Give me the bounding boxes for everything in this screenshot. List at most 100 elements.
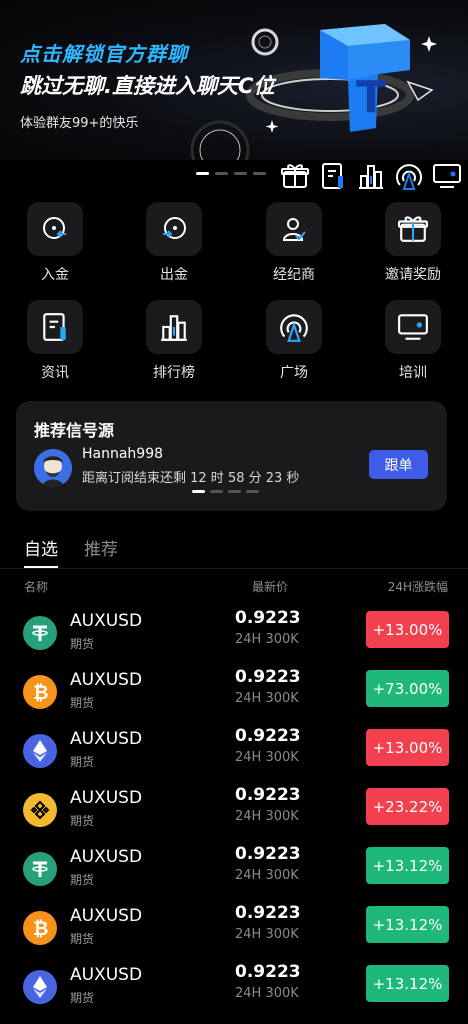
binance-icon [23,793,57,827]
row-symbol: AUXUSD [70,906,143,926]
menu-item-label: 资讯 [41,365,69,381]
table-row[interactable]: ₿ AUXUSD 期货 0.9223 24H 300K +73.00% [0,664,468,723]
row-symbol: AUXUSD [70,847,143,867]
withdraw-icon [146,202,202,256]
svg-text:₿: ₿ [33,682,48,703]
row-change-badge[interactable]: +23.22% [366,788,449,825]
row-symbol: AUXUSD [70,729,143,749]
menu-item-label: 广场 [280,365,308,381]
gift-icon [385,202,441,256]
row-type: 期货 [70,755,95,769]
tab-recommended[interactable]: 推荐 [84,535,118,568]
table-row[interactable]: AUXUSD 期货 0.9223 24H 300K +13.12% [0,841,468,900]
menu-item-withdraw[interactable]: 出金 [119,202,229,284]
row-change-badge[interactable]: +13.00% [366,611,449,648]
column-price: 最新价 [252,580,289,594]
column-change: 24H涨跌幅 [387,580,448,594]
menu-item-training[interactable]: 培训 [358,300,468,382]
menu-item-deposit[interactable]: 入金 [0,202,110,284]
menu-item-broker[interactable]: 经纪商 [239,202,349,284]
row-type: 期货 [70,637,95,651]
training-icon[interactable] [432,160,462,192]
avatar[interactable] [34,449,72,487]
table-row[interactable]: AUXUSD 期货 0.9223 24H 300K +13.00% [0,605,468,664]
row-change-badge[interactable]: +13.12% [366,965,449,1002]
tether-icon [23,616,57,650]
row-volume: 24H 300K [235,927,299,942]
ethereum-icon [23,970,57,1004]
column-name: 名称 [24,580,49,594]
row-change-badge[interactable]: +13.12% [366,847,449,884]
tether-icon [23,852,57,886]
row-volume: 24H 300K [235,868,299,883]
menu-item-square[interactable]: 广场 [239,300,349,382]
row-price: 0.9223 [235,785,301,805]
menu-item-label: 邀请奖励 [385,267,441,283]
row-symbol: AUXUSD [70,611,143,631]
subscription-countdown: 距离订阅结束还剩 12 时 58 分 23 秒 [82,471,300,486]
row-change-badge[interactable]: +73.00% [366,670,449,707]
row-volume: 24H 300K [235,809,299,824]
banner-subheadline: 跳过无聊.直接进入聊天C位 [20,74,275,98]
tab-watchlist[interactable]: 自选 [24,535,58,568]
row-type: 期货 [70,873,95,887]
row-volume: 24H 300K [235,632,299,647]
menu-item-invite-reward[interactable]: 邀请奖励 [358,202,468,284]
row-volume: 24H 300K [235,750,299,765]
broadcast-icon[interactable] [394,160,424,192]
row-symbol: AUXUSD [70,670,143,690]
row-volume: 24H 300K [235,691,299,706]
ethereum-icon [23,734,57,768]
row-symbol: AUXUSD [70,788,143,808]
banner-headline: 点击解锁官方群聊 [20,42,188,66]
follow-trade-button[interactable]: 跟单 [369,450,428,479]
market-tabs: 自选 推荐 [24,535,118,568]
bitcoin-icon: ₿ [23,675,57,709]
promo-banner[interactable]: T 点击解锁官方群聊 跳过无聊.直接进入聊天C位 体验群友99+的快乐 [0,0,468,160]
table-row[interactable]: ₿ AUXUSD 期货 0.9223 24H 300K +13.12% [0,900,468,959]
row-type: 期货 [70,814,95,828]
menu-item-news[interactable]: 资讯 [0,300,110,382]
row-type: 期货 [70,991,95,1005]
table-row[interactable]: AUXUSD 期货 0.9223 24H 300K +23.22% [0,782,468,841]
broadcast-icon [266,300,322,354]
table-row[interactable]: AUXUSD 期货 0.9223 24H 300K +13.00% [0,723,468,782]
quick-shortcut-bar [280,160,462,192]
row-price: 0.9223 [235,667,301,687]
menu-item-label: 经纪商 [273,267,315,283]
row-volume: 24H 300K [235,986,299,1001]
tab-divider [0,568,468,569]
signal-pagination [192,490,259,493]
bitcoin-icon: ₿ [23,911,57,945]
news-icon[interactable] [318,160,348,192]
ranking-icon[interactable] [356,160,386,192]
news-icon [27,300,83,354]
row-price: 0.9223 [235,844,301,864]
menu-item-label: 出金 [160,267,188,283]
ranking-icon [146,300,202,354]
banner-glyph: T [356,72,386,123]
menu-item-ranking[interactable]: 排行榜 [119,300,229,382]
menu-item-label: 排行榜 [153,365,195,381]
recommended-signal-card: 推荐信号源 Hannah998 距离订阅结束还剩 12 时 58 分 23 秒 … [16,401,447,511]
training-icon [385,300,441,354]
row-type: 期货 [70,696,95,710]
table-row[interactable]: AUXUSD 期货 0.9223 24H 300K +13.12% [0,959,468,1018]
gift-icon[interactable] [280,160,310,192]
banner-pagination [196,172,266,175]
row-type: 期货 [70,932,95,946]
row-change-badge[interactable]: +13.12% [366,906,449,943]
banner-caption: 体验群友99+的快乐 [20,116,139,131]
broker-icon [266,202,322,256]
row-change-badge[interactable]: +13.00% [366,729,449,766]
row-price: 0.9223 [235,903,301,923]
menu-item-label: 培训 [399,365,427,381]
row-price: 0.9223 [235,726,301,746]
row-symbol: AUXUSD [70,965,143,985]
svg-text:₿: ₿ [33,918,48,939]
row-price: 0.9223 [235,962,301,982]
signal-username[interactable]: Hannah998 [82,446,163,462]
signal-card-title: 推荐信号源 [34,421,115,440]
deposit-icon [27,202,83,256]
menu-item-label: 入金 [41,267,69,283]
